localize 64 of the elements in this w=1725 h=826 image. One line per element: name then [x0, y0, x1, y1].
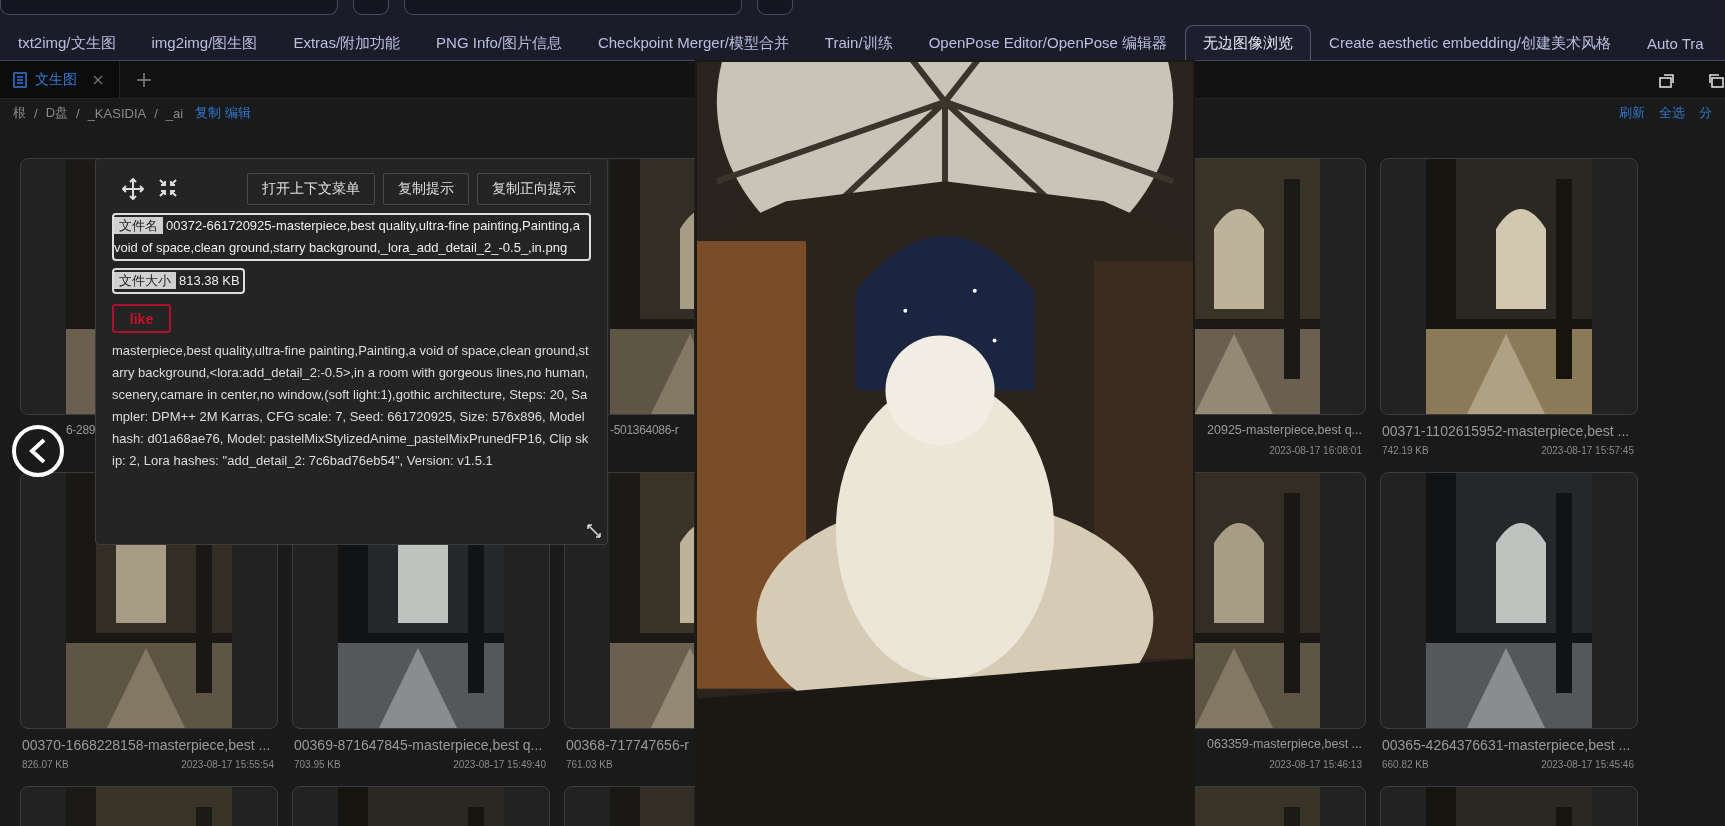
- thumbnail-card[interactable]: [1380, 158, 1638, 415]
- path-segment[interactable]: _KASIDIA: [87, 105, 147, 121]
- tab[interactable]: Extras/附加功能: [275, 25, 419, 60]
- file-name: 063359-masterpiece,best ...: [1207, 737, 1362, 751]
- tab-label: 文生图: [35, 70, 77, 89]
- tab[interactable]: OpenPose Editor/OpenPose 编辑器: [910, 25, 1186, 60]
- filesize-field: 文件大小 813.38 KB: [112, 268, 245, 294]
- tab[interactable]: Auto Tra: [1628, 25, 1722, 60]
- file-date: 2023-08-17 15:57:45: [1541, 445, 1634, 458]
- file-name: 00368-717747656-r: [566, 737, 689, 753]
- link[interactable]: 全选: [1659, 104, 1685, 122]
- plus-icon[interactable]: [137, 72, 151, 87]
- input-field[interactable]: [404, 0, 742, 15]
- close-icon[interactable]: [93, 74, 103, 85]
- file-tab[interactable]: 文生图: [0, 61, 120, 98]
- tab[interactable]: txt2img/文生图: [0, 25, 134, 60]
- tab[interactable]: Train/训练: [806, 25, 911, 60]
- path-segment[interactable]: _ai: [165, 105, 184, 121]
- link[interactable]: 编辑: [225, 104, 252, 122]
- input-field[interactable]: [0, 0, 338, 15]
- file-date: 2023-08-17 15:55:54: [181, 759, 274, 772]
- panel-button[interactable]: 复制提示: [383, 173, 469, 205]
- document-icon: [13, 71, 27, 88]
- link[interactable]: 复制: [195, 104, 222, 122]
- file-name: 00371-1102615952-masterpiece,best ...: [1382, 423, 1630, 439]
- file-size: 761.03 KB: [566, 759, 613, 772]
- resize-icon[interactable]: [587, 524, 601, 538]
- file-size: 826.07 KB: [22, 759, 69, 772]
- file-name: 00369-871647845-masterpiece,best q...: [294, 737, 543, 753]
- filename-field: 文件名 00372-661720925-masterpiece,best quality,ultra-fine painting,Painting,a void of space,clean ground,starry background,_lora_add_detail_2_-0.5_,in.png: [112, 213, 591, 261]
- move-icon[interactable]: [122, 178, 144, 200]
- path-separator: /: [154, 105, 158, 121]
- file-name: 00370-1668228158-masterpiece,best ...: [22, 737, 271, 753]
- tab[interactable]: Checkpoint Merger/模型合并: [579, 25, 807, 60]
- file-date: 2023-08-17 15:46:13: [1269, 759, 1362, 772]
- file-size: 660.82 KB: [1382, 759, 1429, 772]
- collapse-icon[interactable]: [158, 178, 178, 198]
- window-icon[interactable]: [1707, 71, 1725, 88]
- file-size: 703.95 KB: [294, 759, 341, 772]
- panel-button[interactable]: 复制正向提示: [477, 173, 591, 205]
- file-name: 6-289: [66, 423, 96, 437]
- tab[interactable]: 无边图像浏览: [1185, 25, 1312, 60]
- prompt-text: masterpiece,best quality,ultra-fine painting,Painting,a void of space,clean ground,starry background,<lora:add_detail_2:-0.5>,in a room with gorgeous lines,no human,scenery,camare in center,no window,(soft light:1),gothic architecture, Steps: 20, Sampler: DPM++ 2M Karras, CFG scale: 7, Seed: 661720925, Size: 576x896, Model hash: d01a68ae76, Model: pastelMixStylizedAnime_pastelMixPrunedFP16, Clip skip: 2, Lora hashes: "add_detail_2: 7c6bad76eb54", Version: v1.5.1: [112, 342, 590, 470]
- path-segment[interactable]: 根: [13, 104, 26, 122]
- tab[interactable]: PNG Info/图片信息: [418, 25, 580, 60]
- path-separator: /: [34, 105, 38, 121]
- window-icon[interactable]: [1658, 71, 1676, 88]
- file-size: 742.19 KB: [1382, 445, 1429, 458]
- file-date: 2023-08-17 16:08:01: [1269, 445, 1362, 458]
- link[interactable]: 分: [1699, 104, 1712, 122]
- path-segment[interactable]: D盘: [45, 104, 68, 122]
- file-name: 20925-masterpiece,best q...: [1207, 423, 1362, 437]
- thumbnail-card[interactable]: [1380, 472, 1638, 729]
- file-date: 2023-08-17 15:49:40: [453, 759, 546, 772]
- file-date: 2023-08-17 15:45:46: [1541, 759, 1634, 772]
- tab[interactable]: Create aesthetic embedding/创建美术风格: [1311, 25, 1629, 60]
- file-name: -501364086-r: [610, 423, 679, 437]
- file-name: 00365-4264376631-masterpiece,best ...: [1382, 737, 1631, 753]
- link[interactable]: 刷新: [1619, 104, 1645, 122]
- panel-button[interactable]: 打开上下文菜单: [247, 173, 375, 205]
- tab[interactable]: img2img/图生图: [133, 25, 276, 60]
- previous-button[interactable]: [12, 425, 64, 477]
- path-separator: /: [76, 105, 80, 121]
- chevron-left-icon: [28, 438, 48, 464]
